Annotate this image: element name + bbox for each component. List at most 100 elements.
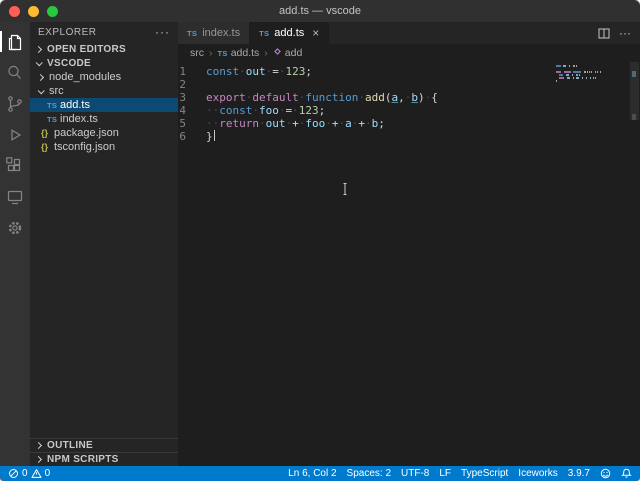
editor-tab-add.ts[interactable]: TS add.ts × bbox=[250, 22, 330, 44]
open-editors-section-header[interactable]: OPEN EDITORS bbox=[30, 42, 178, 56]
status-spaces-2[interactable]: Spaces: 2 bbox=[347, 468, 391, 479]
npm-scripts-section-header[interactable]: NPM SCRIPTS bbox=[30, 452, 178, 466]
outline-label: OUTLINE bbox=[47, 440, 93, 451]
breadcrumb-item-src[interactable]: src bbox=[190, 47, 204, 59]
file-name: package.json bbox=[54, 127, 119, 139]
breadcrumb: src › TS add.ts › add bbox=[178, 44, 640, 62]
editor-group: TS index.ts TS add.ts × ··· src › TS add.ts › add… bbox=[178, 22, 640, 466]
file-tree: node_modules src TS add.ts TS index.ts{} packa… bbox=[30, 70, 178, 154]
code-text: ··return·out·+·foo·+·a·+·b; bbox=[206, 117, 385, 130]
line-number: 3 bbox=[179, 91, 186, 104]
warnings-icon bbox=[31, 469, 42, 478]
overview-ruler-mark bbox=[632, 114, 636, 120]
editor-caret bbox=[213, 130, 216, 141]
activity-item-search[interactable] bbox=[0, 57, 30, 88]
typescript-file-icon: TS bbox=[259, 28, 270, 38]
run-debug-icon bbox=[11, 128, 22, 141]
overview-ruler-mark bbox=[632, 71, 636, 77]
minimize-window-button[interactable] bbox=[28, 5, 39, 17]
chevron-down-icon bbox=[37, 86, 45, 94]
file-name: index.ts bbox=[60, 113, 98, 125]
problems-indicator[interactable]: 0 0 bbox=[8, 468, 50, 479]
tree-item-add.ts[interactable]: TS add.ts bbox=[30, 98, 178, 112]
status-bar: 0 0 Ln 6, Col 2 Spaces: 2 UTF-8 LF TypeScrip… bbox=[0, 466, 640, 481]
status-iceworks[interactable]: Iceworks bbox=[518, 468, 557, 479]
code-line[interactable]: 6} bbox=[178, 130, 640, 143]
status-utf-8[interactable]: UTF-8 bbox=[401, 468, 429, 479]
breadcrumb-item-add[interactable]: add bbox=[273, 47, 303, 59]
gear-icon bbox=[8, 221, 22, 234]
npm-scripts-label: NPM SCRIPTS bbox=[47, 454, 119, 465]
minimap[interactable] bbox=[556, 65, 602, 83]
extensions-icon bbox=[6, 156, 21, 171]
activity-item-settings[interactable] bbox=[0, 212, 30, 243]
code-line[interactable]: 4 ··const·foo·=·123; bbox=[178, 104, 640, 117]
status-ln-6-col-2[interactable]: Ln 6, Col 2 bbox=[288, 468, 336, 479]
breadcrumb-label: add bbox=[284, 47, 303, 59]
iceworks-icon bbox=[7, 190, 23, 204]
editor-more-actions-icon[interactable]: ··· bbox=[619, 26, 631, 40]
close-window-button[interactable] bbox=[9, 5, 20, 17]
file-name: src bbox=[49, 85, 64, 97]
close-tab-icon[interactable]: × bbox=[312, 27, 319, 39]
editor-tab-index.ts[interactable]: TS index.ts bbox=[178, 22, 251, 44]
typescript-file-icon: TS bbox=[47, 100, 58, 110]
minimap-line bbox=[556, 68, 594, 70]
activity-item-run-debug[interactable] bbox=[0, 119, 30, 150]
tree-item-src[interactable]: src bbox=[30, 84, 178, 98]
search-icon bbox=[8, 65, 21, 79]
code-editor[interactable]: 1 const·out·=·123; 2 3 export·default·functi… bbox=[178, 62, 640, 466]
tree-item-tsconfig.json[interactable]: {} tsconfig.json bbox=[30, 140, 178, 154]
minimap-line bbox=[556, 74, 594, 76]
file-name: add.ts bbox=[60, 99, 90, 111]
activity-item-extensions[interactable] bbox=[0, 150, 30, 181]
explorer-sidebar: EXPLORER ··· OPEN EDITORS VSCODE node_mo… bbox=[30, 22, 178, 466]
status-lf[interactable]: LF bbox=[439, 468, 451, 479]
tab-label: index.ts bbox=[202, 27, 241, 39]
code-text: export·default·function·add(a,·b)·{ bbox=[206, 91, 438, 104]
chevron-right-icon bbox=[34, 455, 43, 464]
zoom-window-button[interactable] bbox=[47, 5, 58, 17]
status-typescript[interactable]: TypeScript bbox=[461, 468, 508, 479]
open-editors-label: OPEN EDITORS bbox=[47, 43, 126, 55]
mouse-ibeam-cursor bbox=[341, 182, 349, 199]
code-text: ··const·foo·=·123; bbox=[206, 104, 326, 117]
source-control-icon bbox=[8, 95, 22, 112]
breadcrumb-separator-icon: › bbox=[264, 47, 268, 59]
line-number: 1 bbox=[179, 65, 186, 78]
vscode-window: add.ts — vscode EXPLORER ··· OPEN EDITOR… bbox=[0, 0, 640, 481]
activity-item-iceworks[interactable] bbox=[0, 181, 30, 212]
chevron-right-icon bbox=[36, 73, 45, 81]
outline-section-header[interactable]: OUTLINE bbox=[30, 438, 178, 452]
breadcrumb-item-add.ts[interactable]: TS add.ts bbox=[218, 47, 260, 59]
minimap-line bbox=[556, 80, 594, 82]
activity-bar bbox=[0, 22, 30, 466]
window-title: add.ts — vscode bbox=[279, 5, 361, 17]
line-number: 5 bbox=[179, 117, 186, 130]
window-controls bbox=[0, 5, 58, 17]
code-line[interactable]: 3 export·default·function·add(a,·b)·{ bbox=[178, 91, 640, 104]
workspace-section-header[interactable]: VSCODE bbox=[30, 56, 178, 70]
feedback-smiley-icon[interactable] bbox=[600, 468, 611, 479]
title-bar[interactable]: add.ts — vscode bbox=[0, 0, 640, 22]
line-number: 2 bbox=[179, 78, 186, 91]
split-editor-icon[interactable] bbox=[598, 27, 610, 40]
sidebar-title: EXPLORER bbox=[38, 26, 97, 38]
code-line[interactable]: 5 ··return·out·+·foo·+·a·+·b; bbox=[178, 117, 640, 130]
activity-item-explorer[interactable] bbox=[0, 26, 30, 57]
editor-scrollbar[interactable] bbox=[629, 62, 640, 466]
bell-icon[interactable] bbox=[621, 468, 632, 479]
workspace-label: VSCODE bbox=[47, 57, 92, 69]
tree-item-index.ts[interactable]: TS index.ts bbox=[30, 112, 178, 126]
minimap-line bbox=[556, 71, 602, 73]
breadcrumb-label: src bbox=[190, 47, 204, 59]
files-icon bbox=[8, 34, 22, 50]
activity-item-source-control[interactable] bbox=[0, 88, 30, 119]
tree-item-package.json[interactable]: {} package.json bbox=[30, 126, 178, 140]
breadcrumb-label: add.ts bbox=[230, 47, 260, 59]
typescript-file-icon: TS bbox=[47, 114, 58, 124]
tree-item-node_modules[interactable]: node_modules bbox=[30, 70, 178, 84]
chevron-down-icon bbox=[35, 58, 43, 66]
status-3-9-7[interactable]: 3.9.7 bbox=[568, 468, 590, 479]
sidebar-more-actions-icon[interactable]: ··· bbox=[155, 25, 170, 39]
